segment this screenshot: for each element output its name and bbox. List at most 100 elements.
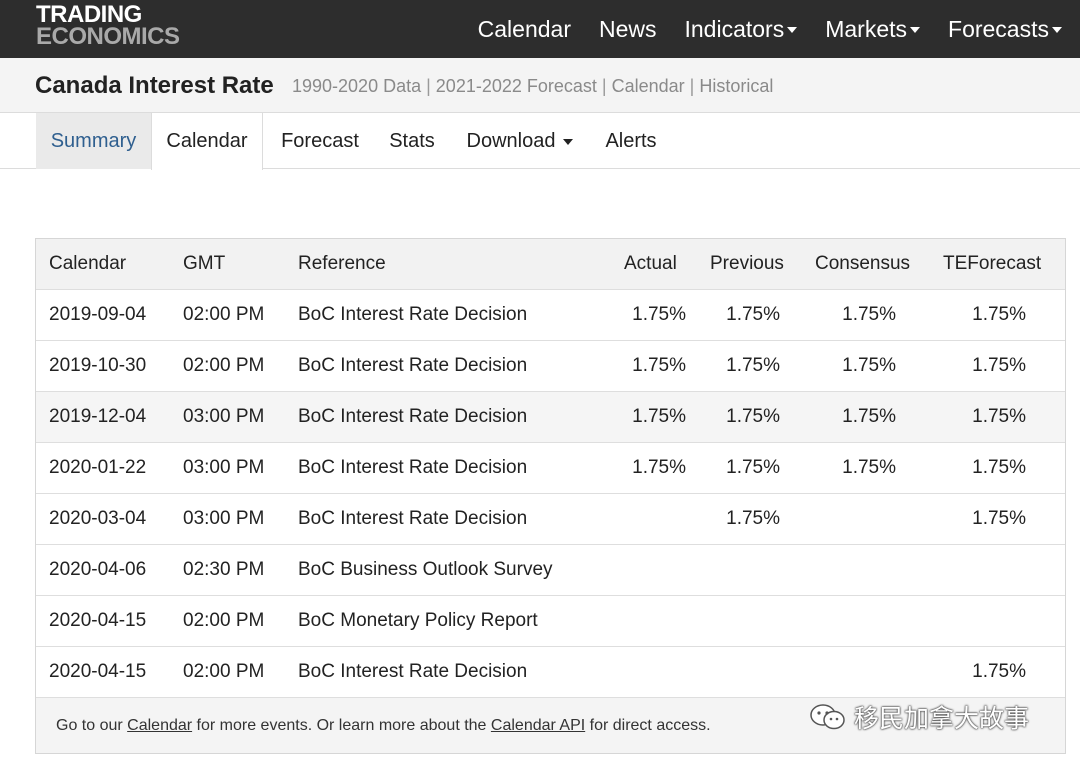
- nav-markets-label: Markets: [825, 15, 908, 42]
- nav-news-label: News: [598, 15, 657, 42]
- cell-teforecast: 1.75%: [972, 304, 1026, 325]
- table-row[interactable]: 2019-10-30 02:00 PM BoC Interest Rate De…: [36, 341, 1065, 392]
- watermark-text: 移民加拿大故事: [854, 704, 1030, 733]
- caret-down-icon: [1052, 27, 1062, 33]
- cell-teforecast: 1.75%: [972, 508, 1026, 529]
- caret-down-icon: [787, 27, 798, 33]
- tab-calendar[interactable]: Calendar: [151, 113, 263, 170]
- footer-text: for more events. Or learn more about the: [192, 717, 491, 734]
- cell-reference[interactable]: BoC Monetary Policy Report: [298, 596, 538, 646]
- cell-gmt: 02:00 PM: [183, 661, 265, 682]
- cell-reference[interactable]: BoC Interest Rate Decision: [298, 494, 527, 544]
- caret-down-icon: [910, 27, 921, 33]
- table-row[interactable]: 2020-04-15 02:00 PM BoC Monetary Policy …: [36, 596, 1065, 647]
- col-header-consensus: Consensus: [815, 253, 911, 274]
- cell-date: 2020-03-04: [49, 508, 147, 529]
- cell-teforecast: 1.75%: [972, 355, 1026, 376]
- cell-actual: [616, 596, 686, 646]
- subnav-separator: |: [426, 76, 431, 96]
- cell-date: 2020-01-22: [49, 457, 147, 478]
- cell-date: 2020-04-15: [49, 610, 147, 631]
- table-row[interactable]: 2020-04-15 02:00 PM BoC Interest Rate De…: [36, 647, 1065, 698]
- tab-alerts[interactable]: Alerts: [596, 113, 666, 169]
- table-row[interactable]: 2019-09-04 02:00 PM BoC Interest Rate De…: [36, 290, 1065, 341]
- cell-date: 2019-10-30: [49, 355, 147, 376]
- cell-consensus: [826, 494, 896, 544]
- col-header-calendar: Calendar: [49, 253, 127, 274]
- cell-consensus: 1.75%: [842, 304, 896, 325]
- cell-gmt: 03:00 PM: [183, 508, 265, 529]
- title-subnav: 1990-2020 Data | 2021-2022 Forecast | Calend…: [292, 76, 773, 97]
- table-row[interactable]: 2020-04-06 02:30 PM BoC Business Outlook…: [36, 545, 1065, 596]
- footer-calendar-link[interactable]: Calendar: [127, 717, 192, 734]
- subnav-historical-link[interactable]: Historical: [699, 76, 773, 96]
- cell-previous: [708, 647, 780, 697]
- col-header-teforecast: TEForecast: [943, 253, 1042, 274]
- cell-gmt: 02:30 PM: [183, 559, 265, 580]
- tab-stats[interactable]: Stats: [378, 113, 446, 169]
- cell-teforecast: 1.75%: [972, 406, 1026, 427]
- cell-actual: [616, 545, 686, 595]
- subnav-separator: |: [689, 76, 695, 96]
- wechat-icon: [808, 702, 848, 732]
- nav-calendar[interactable]: Calendar: [478, 16, 571, 43]
- cell-previous: [708, 596, 780, 646]
- nav-indicators[interactable]: Indicators: [685, 16, 798, 43]
- cell-reference[interactable]: BoC Business Outlook Survey: [298, 545, 553, 595]
- col-header-actual: Actual: [624, 253, 677, 274]
- footer-text: Go to our: [56, 717, 128, 734]
- cell-consensus: [826, 545, 896, 595]
- nav-forecasts[interactable]: Forecasts: [948, 16, 1062, 43]
- cell-reference[interactable]: BoC Interest Rate Decision: [298, 392, 527, 442]
- nav-forecasts-label: Forecasts: [948, 15, 1049, 42]
- cell-teforecast: [956, 545, 1026, 595]
- cell-gmt: 02:00 PM: [183, 304, 265, 325]
- cell-actual: 1.75%: [632, 457, 686, 478]
- subnav-data-link[interactable]: 1990-2020 Data: [292, 76, 421, 96]
- cell-reference[interactable]: BoC Interest Rate Decision: [298, 290, 527, 340]
- footer-calendar-api-link[interactable]: Calendar API: [491, 717, 585, 734]
- cell-actual: [616, 494, 686, 544]
- nav-markets[interactable]: Markets: [825, 15, 921, 43]
- cell-gmt: 03:00 PM: [183, 457, 265, 478]
- cell-teforecast: 1.75%: [972, 661, 1026, 682]
- table-row[interactable]: 2020-03-04 03:00 PM BoC Interest Rate De…: [36, 494, 1065, 545]
- cell-gmt: 02:00 PM: [183, 355, 265, 376]
- tab-summary[interactable]: Summary: [36, 113, 151, 169]
- cell-teforecast: [956, 596, 1026, 646]
- cell-consensus: [826, 647, 896, 697]
- cell-consensus: 1.75%: [842, 457, 896, 478]
- nav-calendar-label: Calendar: [477, 15, 571, 42]
- col-header-reference: Reference: [298, 253, 386, 274]
- cell-reference[interactable]: BoC Interest Rate Decision: [298, 647, 527, 697]
- subnav-calendar-link[interactable]: Calendar: [612, 76, 685, 96]
- tab-download[interactable]: Download: [460, 113, 580, 169]
- calendar-table: Calendar GMT Reference Actual Previous C…: [35, 238, 1066, 754]
- tab-download-label: Download: [466, 129, 556, 152]
- watermark: 移民加拿大故事: [808, 700, 1029, 734]
- cell-consensus: 1.75%: [842, 406, 896, 427]
- trading-economics-logo[interactable]: TRADING ECONOMICS: [36, 3, 180, 50]
- page-title: Canada Interest Rate: [35, 72, 274, 99]
- tab-forecast[interactable]: Forecast: [270, 113, 370, 169]
- caret-down-icon: [563, 139, 574, 145]
- cell-actual: [616, 647, 686, 697]
- top-navbar: TRADING ECONOMICS Calendar News Indicato…: [0, 0, 1080, 58]
- cell-previous: 1.75%: [726, 304, 780, 325]
- cell-consensus: 1.75%: [842, 355, 896, 376]
- cell-date: 2019-09-04: [49, 304, 147, 325]
- cell-reference[interactable]: BoC Interest Rate Decision: [298, 341, 527, 391]
- cell-date: 2019-12-04: [49, 406, 147, 427]
- table-row[interactable]: 2020-01-22 03:00 PM BoC Interest Rate De…: [36, 443, 1065, 494]
- cell-previous: 1.75%: [726, 355, 780, 376]
- table-header-row: Calendar GMT Reference Actual Previous C…: [36, 239, 1065, 290]
- cell-previous: 1.75%: [726, 508, 780, 529]
- table-row[interactable]: 2019-12-04 03:00 PM BoC Interest Rate De…: [36, 392, 1065, 443]
- cell-actual: 1.75%: [632, 406, 686, 427]
- footer-text: for direct access.: [585, 717, 711, 734]
- cell-date: 2020-04-06: [49, 559, 147, 580]
- subnav-forecast-link[interactable]: 2021-2022 Forecast: [436, 76, 597, 96]
- nav-news[interactable]: News: [599, 16, 657, 43]
- cell-reference[interactable]: BoC Interest Rate Decision: [298, 443, 527, 493]
- logo-line-2: ECONOMICS: [36, 23, 180, 50]
